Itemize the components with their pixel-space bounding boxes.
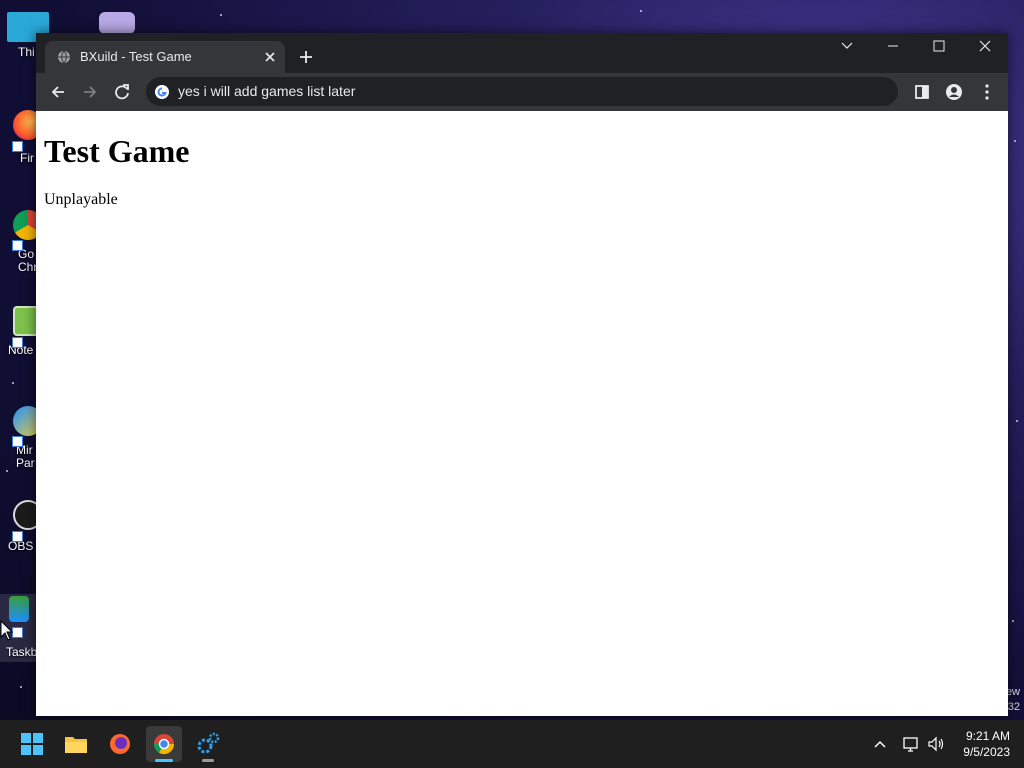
volume-icon[interactable] bbox=[926, 734, 946, 754]
browser-window: BXuild - Test Game yes i will add games … bbox=[36, 33, 1008, 716]
side-panel-icon[interactable] bbox=[911, 81, 933, 103]
close-tab-icon[interactable] bbox=[261, 48, 279, 66]
taskbar-settings[interactable] bbox=[190, 726, 226, 762]
google-icon bbox=[155, 85, 169, 99]
start-icon bbox=[21, 733, 43, 755]
file-explorer-icon bbox=[65, 737, 87, 753]
taskbar-tool-icon bbox=[9, 596, 29, 622]
tab-search-icon[interactable] bbox=[824, 33, 870, 61]
page-content: Test Game Unplayable bbox=[36, 111, 1008, 716]
desktop-edge-text: ew bbox=[1005, 686, 1020, 698]
taskbar-chrome[interactable] bbox=[146, 726, 182, 762]
maximize-icon[interactable] bbox=[916, 33, 962, 61]
desktop-edge-text: 32 bbox=[1007, 701, 1020, 713]
reload-icon[interactable] bbox=[111, 81, 133, 103]
shortcut-arrow-icon bbox=[12, 141, 23, 152]
page-body-text: Unplayable bbox=[44, 191, 118, 208]
mouse-cursor-icon bbox=[0, 620, 14, 641]
tab-strip: BXuild - Test Game bbox=[36, 33, 1008, 73]
shortcut-arrow-icon bbox=[12, 240, 23, 251]
chrome-icon bbox=[153, 734, 175, 755]
taskbar-firefox[interactable] bbox=[102, 726, 138, 762]
forward-icon[interactable] bbox=[79, 81, 101, 103]
clock-date: 9/5/2023 bbox=[963, 745, 1010, 759]
chevron-up-icon[interactable] bbox=[870, 734, 890, 754]
taskbar-file-explorer[interactable] bbox=[58, 726, 94, 762]
network-icon[interactable] bbox=[901, 734, 921, 754]
browser-toolbar: yes i will add games list later bbox=[36, 73, 1008, 111]
address-text: yes i will add games list later bbox=[178, 83, 356, 99]
close-window-icon[interactable] bbox=[962, 33, 1008, 61]
active-indicator bbox=[155, 759, 173, 762]
clock[interactable]: 9:21 AM 9/5/2023 bbox=[963, 728, 1010, 760]
tab-title: BXuild - Test Game bbox=[80, 49, 192, 64]
shortcut-arrow-icon bbox=[12, 337, 23, 348]
shortcut-arrow-icon bbox=[12, 531, 23, 542]
tab-active[interactable]: BXuild - Test Game bbox=[45, 41, 285, 73]
address-bar[interactable]: yes i will add games list later bbox=[146, 77, 898, 106]
shortcut-arrow-icon bbox=[12, 436, 23, 447]
start-button[interactable] bbox=[14, 726, 50, 762]
minimize-icon[interactable] bbox=[870, 33, 916, 61]
settings-icon bbox=[197, 732, 220, 754]
profile-icon[interactable] bbox=[943, 81, 965, 103]
globe-icon bbox=[58, 50, 70, 64]
app-icon bbox=[99, 12, 135, 34]
page-heading: Test Game bbox=[44, 133, 190, 169]
more-menu-icon[interactable] bbox=[976, 81, 998, 103]
clock-time: 9:21 AM bbox=[965, 729, 1010, 743]
running-indicator bbox=[202, 759, 214, 762]
taskbar: 9:21 AM 9/5/2023 bbox=[0, 720, 1024, 768]
back-icon[interactable] bbox=[47, 81, 69, 103]
firefox-icon bbox=[110, 734, 130, 754]
new-tab-icon[interactable] bbox=[296, 47, 316, 67]
